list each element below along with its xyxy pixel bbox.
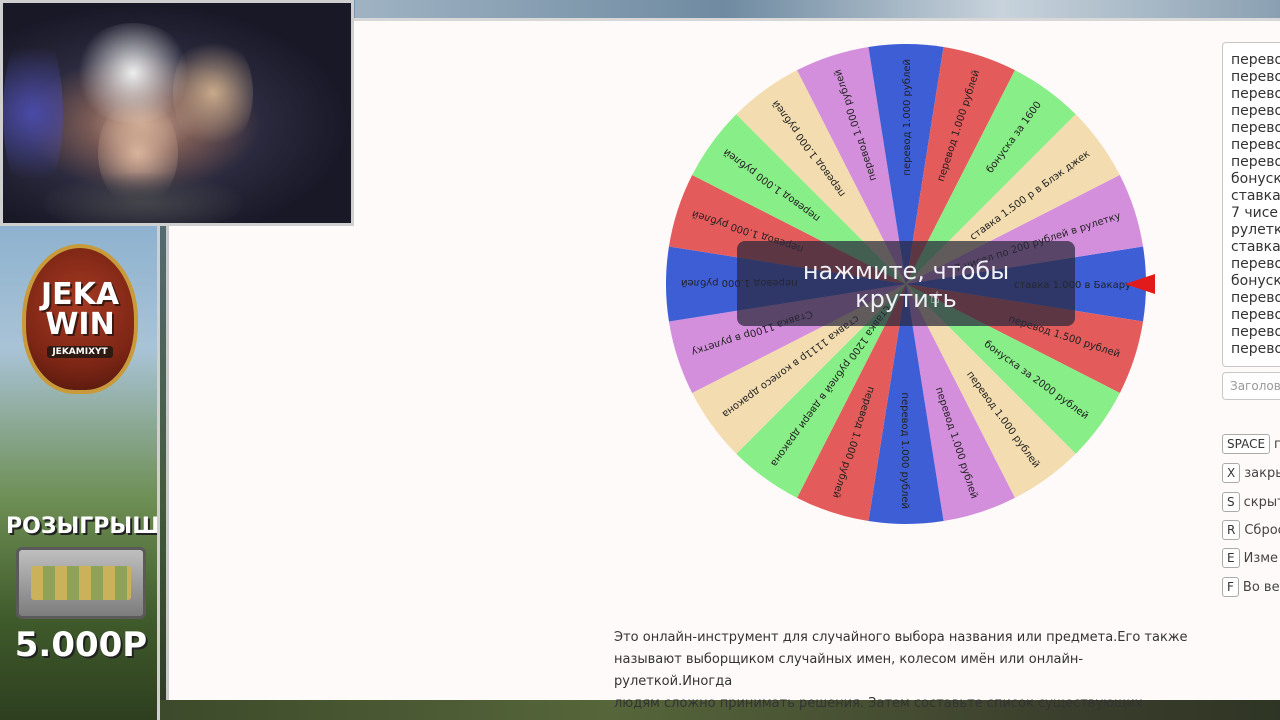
description-line: людям сложно принимать решения. Затем со… — [614, 696, 1143, 720]
hand-cursor-icon: ☝ — [930, 288, 940, 307]
logo-telegram-handle: JEKAMIXYT — [47, 346, 113, 358]
shortcut-description: скрыт — [1243, 494, 1280, 510]
entry-line: перево — [1231, 86, 1280, 102]
entry-line: перево — [1231, 154, 1280, 170]
description-line: Это онлайн-инструмент для случайного выб… — [614, 630, 1188, 645]
entry-line: рулетк — [1231, 222, 1280, 238]
entry-line: перево — [1231, 52, 1280, 68]
entry-line: перево — [1231, 290, 1280, 306]
shortcut-key: X — [1222, 463, 1241, 483]
entry-line: ставка — [1231, 239, 1280, 255]
shortcut-row: SPACE п — [1222, 433, 1280, 455]
spin-prompt[interactable]: нажмите, чтобы крутить — [737, 241, 1075, 326]
wheel-pointer-icon — [1125, 274, 1155, 294]
shortcut-key: E — [1222, 548, 1240, 568]
shortcut-row: Sскрыт — [1222, 491, 1280, 513]
entry-line: перево — [1231, 307, 1280, 323]
entry-line: перево — [1231, 103, 1280, 119]
wheel-segment-label: перевод 1.000 рублей — [902, 59, 913, 176]
shortcut-row: F Во ве — [1222, 576, 1280, 598]
entry-line: перево — [1231, 137, 1280, 153]
shortcut-key: R — [1222, 520, 1241, 540]
shortcut-description: Изме — [1243, 550, 1279, 566]
shortcut-row: Xзакры — [1222, 462, 1280, 484]
shortcut-key: SPACE — [1222, 434, 1271, 454]
logo-line2: WIN — [45, 307, 115, 342]
logo-line1: JEKA — [40, 277, 120, 312]
entry-line: ставка — [1231, 188, 1280, 204]
shortcut-row: RСброс — [1222, 519, 1280, 541]
entry-line: перево — [1231, 69, 1280, 85]
entry-line: перево — [1231, 324, 1280, 340]
money-case-icon — [16, 547, 146, 619]
description-line: называют выборщиком случайных имен, коле… — [614, 652, 1084, 689]
overlay-top-strip — [355, 0, 1280, 18]
title-input[interactable]: Заголово — [1222, 372, 1280, 400]
shortcut-row: E Изме — [1222, 547, 1278, 569]
channel-logo: JEKA WIN JEKAMIXYT — [22, 244, 138, 394]
entries-textarea[interactable]: перево перево перево перево перево перево пере… — [1222, 42, 1280, 367]
shortcut-description: Сброс — [1244, 522, 1280, 538]
entry-line: бонуск — [1231, 171, 1280, 187]
shortcut-key: F — [1222, 577, 1239, 597]
giveaway-amount: 5.000Р — [14, 625, 148, 665]
shortcut-key: S — [1222, 492, 1240, 512]
tool-description: Это онлайн-инструмент для случайного выб… — [614, 627, 1194, 720]
webcam-feed — [0, 0, 354, 226]
shortcut-description: Во ве — [1242, 579, 1280, 595]
wheel-segment-label: перевод 1.000 рублей — [899, 392, 910, 509]
entry-line: бонуск — [1231, 273, 1280, 289]
spin-prompt-line1: нажмите, чтобы — [802, 257, 1010, 285]
channel-banner: JEKA WIN JEKAMIXYT РОЗЫГРЫШ 5.000Р — [0, 226, 160, 720]
shortcut-description: п — [1274, 436, 1280, 452]
spin-prompt-line2: крутить — [855, 285, 957, 313]
giveaway-title: РОЗЫГРЫШ — [6, 514, 160, 539]
shortcut-description: закры — [1244, 465, 1280, 481]
giveaway-block: РОЗЫГРЫШ 5.000Р — [6, 514, 160, 665]
entry-line: перево — [1231, 120, 1280, 136]
entry-line: перево — [1231, 341, 1280, 357]
entry-line: 7 чисе — [1231, 205, 1279, 221]
entry-line: перево — [1231, 256, 1280, 272]
